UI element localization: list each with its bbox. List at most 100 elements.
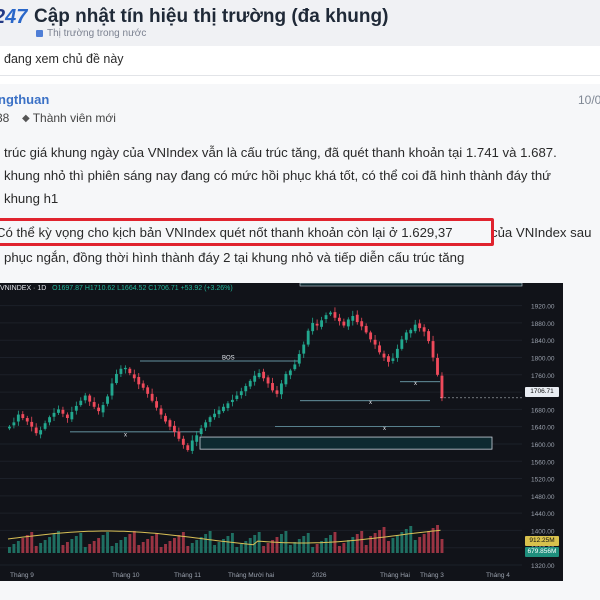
candle-body bbox=[387, 356, 390, 362]
volume-bar bbox=[119, 540, 123, 553]
candle-body bbox=[52, 412, 56, 417]
price-tick-label: 1520.00 bbox=[531, 477, 555, 484]
candle-body bbox=[132, 374, 136, 379]
volume-bar bbox=[110, 546, 114, 553]
candle-body bbox=[271, 383, 274, 391]
volume-bar bbox=[52, 534, 56, 553]
candle-body bbox=[88, 395, 92, 402]
chart-symbol: VNINDEX · 1D bbox=[0, 285, 47, 292]
volume-bar bbox=[213, 545, 217, 553]
volume-bar bbox=[217, 542, 221, 553]
candle-body bbox=[70, 411, 74, 420]
candle-body bbox=[382, 353, 386, 358]
liquidity-marker: x bbox=[124, 432, 127, 438]
candle-body bbox=[440, 375, 444, 399]
volume-bar bbox=[329, 535, 332, 553]
candle-body bbox=[12, 422, 16, 426]
candle-body bbox=[43, 423, 47, 429]
candle-body bbox=[284, 373, 288, 385]
candle-body bbox=[248, 380, 252, 387]
candle-body bbox=[355, 314, 359, 323]
candle-body bbox=[8, 426, 11, 429]
candle-body bbox=[213, 413, 216, 418]
volume-bar bbox=[43, 540, 47, 553]
volume-bar bbox=[88, 544, 92, 553]
volume-bar bbox=[244, 541, 248, 553]
volume-bar bbox=[137, 545, 141, 553]
site-logo[interactable]: 247 bbox=[0, 6, 27, 29]
volume-bar bbox=[208, 531, 212, 553]
candle-body bbox=[204, 422, 208, 428]
candle-body bbox=[297, 354, 301, 364]
candle-body bbox=[230, 399, 234, 403]
candle-body bbox=[400, 339, 404, 349]
candle-body bbox=[195, 435, 199, 442]
candle-body bbox=[150, 393, 154, 401]
volume-badge: 679.856M bbox=[525, 547, 559, 557]
candle-body bbox=[164, 415, 167, 422]
volume-bar bbox=[346, 540, 350, 553]
time-tick-label: Tháng Hai bbox=[380, 572, 410, 579]
candle-body bbox=[74, 405, 78, 411]
candle-body bbox=[311, 322, 315, 332]
candle-body bbox=[275, 390, 279, 394]
volume-bar bbox=[177, 535, 181, 553]
volume-bar bbox=[382, 527, 386, 553]
volume-bar bbox=[12, 544, 16, 553]
volume-bar bbox=[280, 534, 283, 553]
page-title: Cập nhật tín hiệu thị trường (đa khung) bbox=[34, 6, 389, 27]
volume-bar bbox=[164, 544, 167, 553]
volume-bar bbox=[65, 542, 69, 553]
candle-body bbox=[262, 371, 266, 379]
candle-body bbox=[266, 377, 270, 384]
candle-body bbox=[422, 327, 426, 332]
candle-body bbox=[364, 325, 368, 333]
candle-body bbox=[293, 364, 297, 370]
volume-bar bbox=[25, 535, 29, 553]
candle-body bbox=[181, 438, 185, 445]
volume-bar bbox=[378, 530, 382, 553]
volume-bar bbox=[266, 543, 270, 553]
candle-body bbox=[172, 425, 176, 432]
volume-bar bbox=[431, 528, 435, 553]
candle-body bbox=[418, 323, 422, 329]
candle-body bbox=[391, 358, 395, 361]
member-rank: ◆ Thành viên mới bbox=[22, 111, 116, 125]
breadcrumb-link[interactable]: Thị trường trong nước bbox=[47, 28, 146, 39]
volume-bar bbox=[195, 540, 199, 553]
volume-bar bbox=[373, 533, 377, 553]
candle-body bbox=[373, 339, 377, 345]
volume-bar bbox=[284, 531, 288, 553]
volume-bar bbox=[74, 536, 78, 553]
volume-bar bbox=[92, 541, 96, 553]
candle-body bbox=[83, 395, 87, 401]
candle-body bbox=[137, 376, 141, 385]
volume-bar bbox=[16, 541, 20, 553]
breadcrumb[interactable]: Thị trường trong nước bbox=[36, 28, 146, 39]
volume-bar bbox=[132, 531, 136, 553]
chart-ohlc: O1697.87 H1710.62 L1664.52 C1706.71 +53.… bbox=[52, 285, 233, 292]
volume-bar bbox=[257, 532, 261, 553]
liquidity-marker: x bbox=[383, 426, 386, 432]
time-tick-label: Tháng Mười hai bbox=[228, 572, 274, 579]
candle-body bbox=[65, 414, 69, 419]
post-author[interactable]: ngthuan bbox=[0, 92, 49, 107]
candle-body bbox=[34, 427, 38, 434]
candle-body bbox=[110, 383, 114, 396]
volume-bar bbox=[275, 537, 279, 553]
candle-body bbox=[119, 368, 123, 374]
candle-body bbox=[79, 400, 83, 406]
volume-bar bbox=[418, 537, 422, 553]
divider bbox=[0, 75, 600, 76]
price-tick-label: 1920.00 bbox=[531, 304, 555, 311]
candle-body bbox=[30, 421, 34, 427]
time-tick-label: Tháng 3 bbox=[420, 572, 444, 579]
volume-bar bbox=[302, 536, 306, 553]
candle-body bbox=[302, 344, 306, 354]
candle-body bbox=[404, 332, 408, 340]
volume-bar bbox=[324, 538, 328, 553]
price-tick-label: 1480.00 bbox=[531, 494, 555, 501]
price-chart[interactable]: 1920.001880.001840.001800.001760.001720.… bbox=[0, 283, 563, 581]
volume-bar bbox=[311, 547, 315, 553]
candle-body bbox=[115, 373, 118, 384]
